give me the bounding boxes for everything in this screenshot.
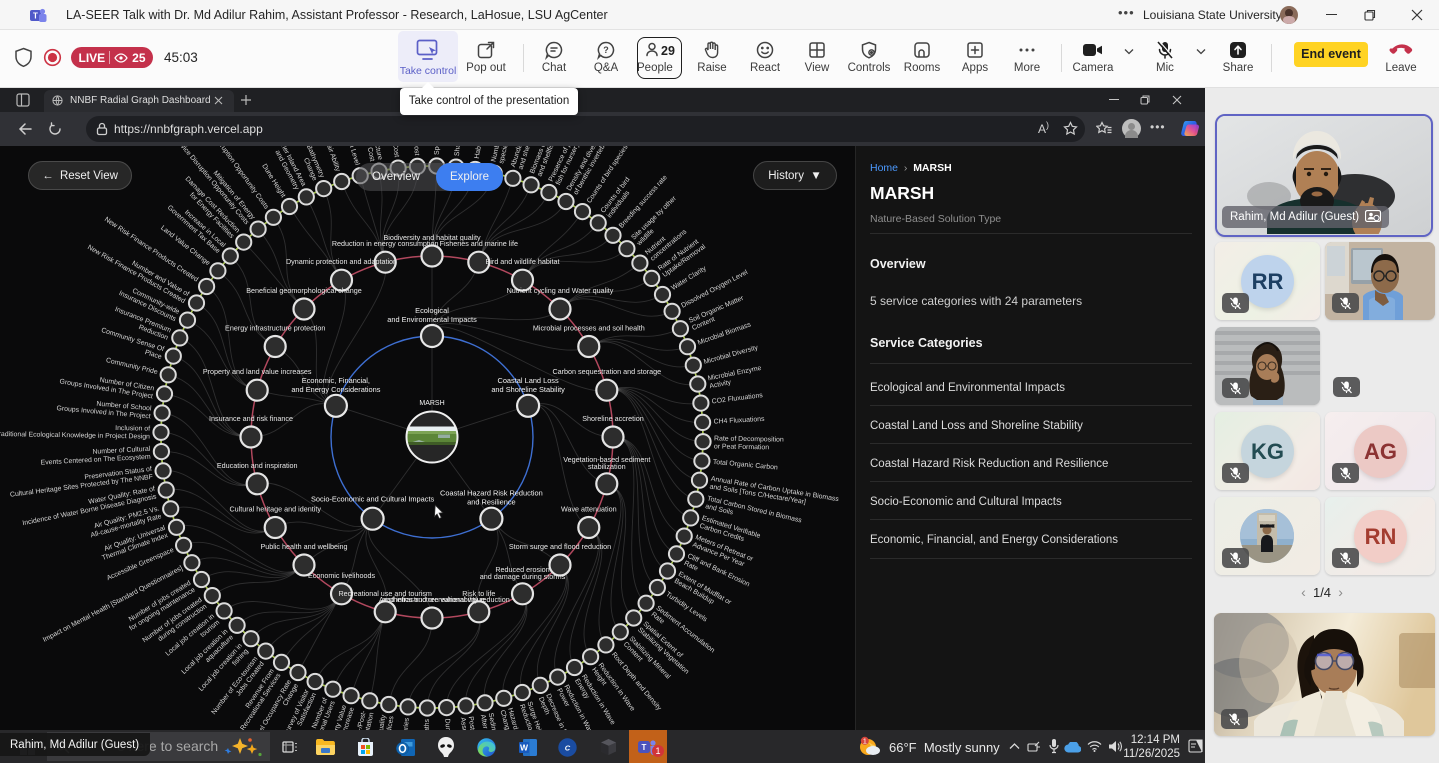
svg-text:Reduction in energy consumptio: Reduction in energy consumption [332,239,439,248]
svg-text:Number of CulturalEvents Cente: Number of CulturalEvents Centered on The… [40,446,151,467]
svg-text:Economic, Financial,: Economic, Financial, [302,376,370,385]
svg-text:Education and inspiration: Education and inspiration [217,461,298,470]
svg-text:Socio-Economic and Cultural Im: Socio-Economic and Cultural Impacts [311,495,435,504]
svg-text:Beneficial geomorphological ch: Beneficial geomorphological change [246,286,361,295]
svg-text:Dune Volume Change: Dune Volume Change [443,718,454,730]
svg-text:and Shoreline Stability: and Shoreline Stability [491,385,565,394]
svg-text:Number of CitizenGroups Involv: Number of CitizenGroups Involved in The … [59,370,155,400]
svg-text:Number of Injuries: Number of Injuries [399,717,411,730]
svg-text:Cultural heritage and identity: Cultural heritage and identity [229,505,321,514]
svg-text:Number of Deaths: Number of Deaths [423,718,431,730]
svg-text:Microbial Diversity: Microbial Diversity [703,344,759,366]
svg-text:Total Organic Carbon: Total Organic Carbon [713,459,779,472]
svg-text:Ecological: Ecological [415,306,449,315]
svg-text:Sediment LossAfter Storms: Sediment LossAfter Storms [479,712,503,730]
svg-text:Fisheries and marine life: Fisheries and marine life [440,239,518,248]
svg-text:W: W [520,743,529,753]
svg-text:CH4 Fluxuations: CH4 Fluxuations [713,416,765,426]
svg-text:MARSH: MARSH [419,400,444,407]
svg-text:Property and land value increa: Property and land value increases [203,367,312,376]
svg-text:Community Pride: Community Pride [105,357,158,376]
svg-text:Grey InfrastructureMaintenance: Grey InfrastructureMaintenance Cost [357,146,383,162]
svg-text:Shannon Diversity Index: Shannon Diversity Index [454,146,468,156]
svg-text:Microbial processes and soil h: Microbial processes and soil health [533,324,645,333]
svg-text:?: ? [603,45,609,55]
svg-text:CO2 Fluxuations: CO2 Fluxuations [711,392,763,405]
svg-text:Coastal Land Loss: Coastal Land Loss [497,376,559,385]
svg-text:Number of SchoolGroups Involve: Number of SchoolGroups Involved in The P… [56,397,152,420]
svg-text:and damage during storms: and damage during storms [480,572,566,581]
svg-text:Rate of Decompositionor Peat F: Rate of Decompositionor Peat Formation [714,435,784,451]
svg-text:Habitat Area Extent: Habitat Area Extent [474,146,490,159]
svg-text:Shoreline accretion: Shoreline accretion [582,414,644,423]
svg-text:Scenic QualityIndices: Scenic QualityIndices [374,714,396,730]
svg-text:Public health and wellbeing: Public health and wellbeing [260,542,347,551]
svg-text:Nutrient cycling and Water qua: Nutrient cycling and Water quality [507,286,614,295]
svg-text:T: T [642,743,647,752]
svg-text:Economic livelihoods: Economic livelihoods [308,571,376,580]
svg-text:Coastal Hazard Risk Reduction: Coastal Hazard Risk Reduction [440,489,543,498]
svg-text:1: 1 [863,737,867,746]
svg-text:Bird and wildlife habitat: Bird and wildlife habitat [486,257,560,266]
svg-text:and infrastructure vulnerabili: and infrastructure vulnerability reducti… [382,595,509,604]
svg-text:Rebuilding Cost: Rebuilding Cost [410,146,420,156]
svg-text:Energy Saving Cost: Energy Saving Cost [385,146,400,158]
svg-text:Microbial EnzymeActivity: Microbial EnzymeActivity [707,365,763,390]
svg-text:and Environmental Impacts: and Environmental Impacts [387,315,477,324]
svg-text:and Resilience: and Resilience [467,498,515,507]
svg-text:Storm surge and flood reductio: Storm surge and flood reduction [509,542,611,551]
svg-text:Insurance and risk finance: Insurance and risk finance [209,414,293,423]
svg-text:Inclusion ofTraditional Ecolog: Inclusion ofTraditional Ecological Knowl… [0,423,150,441]
svg-text:Carbon sequestration and stora: Carbon sequestration and storage [552,367,661,376]
svg-text:and Energy Considerations: and Energy Considerations [291,385,380,394]
svg-text:Species Richness: Species Richness [434,146,442,155]
svg-text:Post-Storm DamageAssessments: Post-Storm DamageAssessments [459,716,482,730]
svg-text:Energy infrastructure protecti: Energy infrastructure protection [225,324,325,333]
svg-text:stabilization: stabilization [588,462,626,471]
svg-text:Dynamic protection and adaptat: Dynamic protection and adaptation [286,257,397,266]
svg-text:C: C [565,744,571,753]
svg-text:T: T [33,12,38,21]
svg-text:Wave attenuation: Wave attenuation [561,505,617,514]
